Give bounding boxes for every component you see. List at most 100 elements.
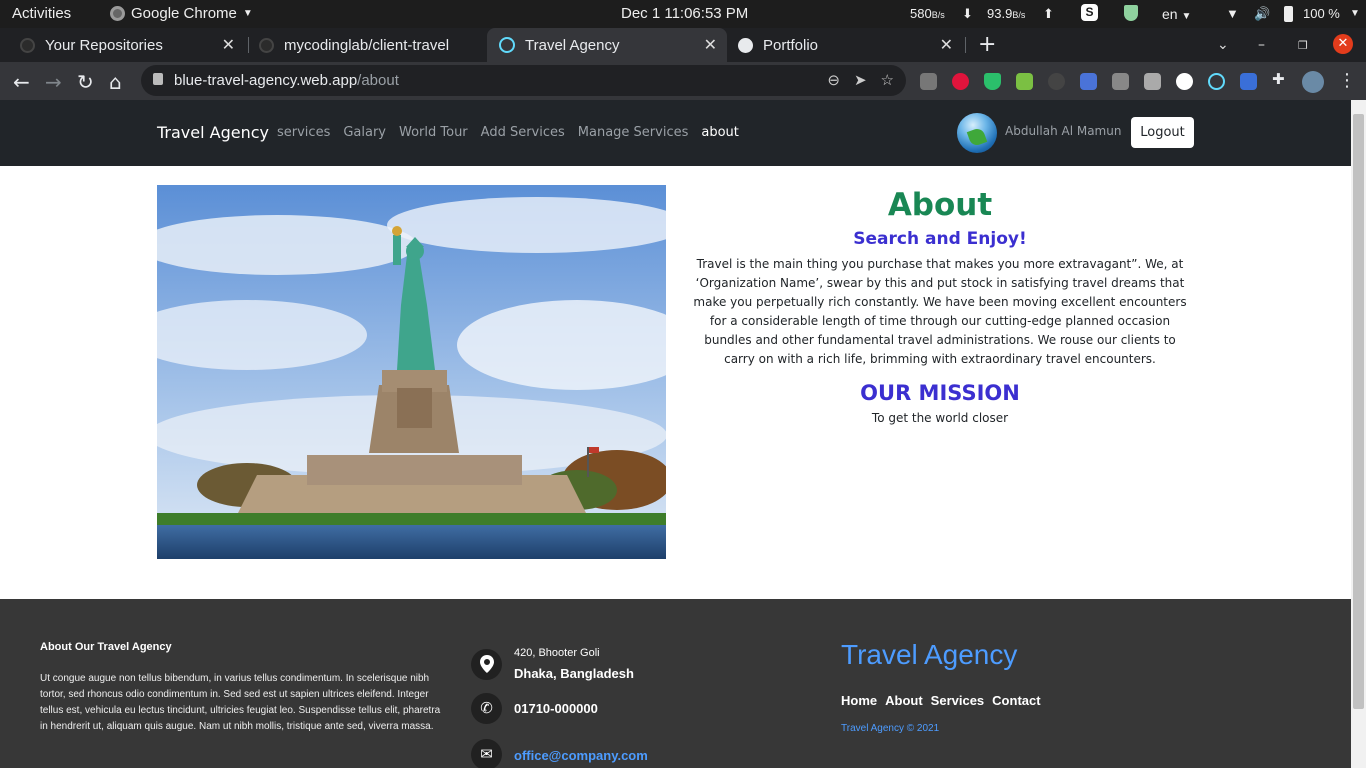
minimize-icon[interactable]: – <box>1258 28 1265 62</box>
chrome-icon <box>110 6 125 21</box>
site-brand[interactable]: Travel Agency <box>157 123 269 142</box>
zoom-icon[interactable]: ⊖ <box>827 71 840 89</box>
close-tab-icon[interactable]: ✕ <box>222 35 235 55</box>
tab-travel-agency[interactable]: Travel Agency ✕ <box>487 28 727 62</box>
star-icon[interactable]: ☆ <box>881 71 894 89</box>
mission-text: To get the world closer <box>871 411 1009 425</box>
globe-icon <box>738 37 753 53</box>
phone-icon: ✆ <box>471 693 502 724</box>
mail-extension-icon[interactable] <box>920 73 937 90</box>
extension-icon[interactable] <box>1240 73 1257 90</box>
profile-avatar[interactable] <box>1302 71 1324 93</box>
footer-email-link[interactable]: office@company.com <box>514 748 648 763</box>
activities-button[interactable]: Activities <box>12 5 71 22</box>
translate-icon[interactable] <box>1080 73 1097 90</box>
footer-link-contact[interactable]: Contact <box>992 693 1040 708</box>
footer-brand: Travel Agency <box>841 639 1018 670</box>
logout-button[interactable]: Logout <box>1131 117 1194 148</box>
system-top-bar: Activities Google Chrome ▼ Dec 1 11:06:5… <box>0 0 1366 28</box>
footer-about-text: Ut congue augue non tellus bibendum, in … <box>40 673 441 732</box>
home-icon[interactable]: ⌂ <box>109 70 122 94</box>
restore-icon[interactable]: ❐ <box>1298 28 1308 62</box>
footer-links: Home About Services Contact <box>841 693 1041 708</box>
skype-icon[interactable]: S <box>1081 4 1098 21</box>
nav-link-galary[interactable]: Galary <box>343 125 386 140</box>
back-arrow-icon[interactable]: ← <box>13 70 30 94</box>
footer-link-home[interactable]: Home <box>841 693 877 708</box>
about-subheading: Search and Enjoy! <box>853 229 1027 249</box>
extension-icon[interactable] <box>1144 73 1161 90</box>
footer-address-line1: 420, Bhooter Goli <box>514 647 600 659</box>
about-body: Travel is the main thing you purchase th… <box>693 257 1187 366</box>
adblock-plus-icon[interactable] <box>952 73 969 90</box>
nav-link-services[interactable]: services <box>277 125 330 140</box>
lock-icon[interactable] <box>153 73 163 85</box>
close-window-icon[interactable]: ✕ <box>1333 34 1353 54</box>
reload-icon[interactable]: ↻ <box>77 70 94 94</box>
scrollbar-thumb[interactable] <box>1353 114 1364 709</box>
avatar[interactable] <box>957 113 997 153</box>
forward-arrow-icon[interactable]: → <box>45 70 62 94</box>
net-down-speed: 580B/s <box>910 6 945 21</box>
mission-heading: OUR MISSION <box>860 381 1020 405</box>
tab-search-chevron-icon[interactable]: ⌄ <box>1217 28 1229 62</box>
user-name: Abdullah Al Mamun <box>1005 124 1122 138</box>
volume-icon: 🔊 <box>1254 6 1271 21</box>
extension-icon[interactable] <box>1112 73 1129 90</box>
close-tab-icon[interactable]: ✕ <box>704 35 717 55</box>
close-tab-icon[interactable]: ✕ <box>940 35 953 55</box>
shield-icon[interactable] <box>1124 5 1138 21</box>
app-name: Google Chrome <box>131 5 237 22</box>
page-scrollbar[interactable] <box>1351 100 1366 768</box>
shield-extension-icon[interactable] <box>984 73 1001 90</box>
url-text[interactable]: blue-travel-agency.web.app/about <box>174 72 399 89</box>
browser-toolbar: ← → ↻ ⌂ blue-travel-agency.web.app/about… <box>0 62 1366 100</box>
upload-arrow-icon: ⬆ <box>1043 6 1054 21</box>
nav-link-world-tour[interactable]: World Tour <box>399 125 468 140</box>
app-menu[interactable]: Google Chrome ▼ <box>110 5 253 22</box>
github-icon <box>259 37 274 53</box>
tab-portfolio[interactable]: Portfolio ✕ <box>728 28 965 62</box>
net-up-speed: 93.9B/s <box>987 6 1026 21</box>
system-menu-chevron-icon[interactable]: ▼ <box>1350 8 1360 19</box>
about-section: About Search and Enjoy! Travel is the ma… <box>690 185 1190 425</box>
statue-of-liberty-image <box>157 185 666 559</box>
nav-link-manage-services[interactable]: Manage Services <box>578 125 689 140</box>
clock[interactable]: Dec 1 11:06:53 PM <box>621 5 748 22</box>
envelope-icon: ✉ <box>471 739 502 768</box>
footer-link-services[interactable]: Services <box>931 693 985 708</box>
site-nav-links: services Galary World Tour Add Services … <box>277 125 739 140</box>
web-page: Travel Agency services Galary World Tour… <box>0 100 1351 768</box>
footer-phone: 01710-000000 <box>514 701 598 716</box>
battery-icon <box>1284 6 1293 22</box>
github-icon <box>20 37 35 53</box>
tab-repositories[interactable]: Your Repositories ✕ <box>0 28 245 62</box>
footer-link-about[interactable]: About <box>885 693 923 708</box>
language-indicator[interactable]: en ▼ <box>1162 6 1191 22</box>
react-icon <box>499 37 515 53</box>
wifi-icon: ▼ <box>1226 6 1239 21</box>
puzzle-icon[interactable]: ✚ <box>1272 70 1289 88</box>
d-extension-icon[interactable] <box>1048 73 1065 90</box>
send-icon[interactable]: ➤ <box>854 71 867 89</box>
new-tab-plus-icon[interactable]: + <box>978 32 996 57</box>
footer-about-title: About Our Travel Agency <box>40 641 172 653</box>
footer-copyright: Travel Agency © 2021 <box>841 723 940 734</box>
battery-level: 100 % <box>1303 6 1340 21</box>
download-arrow-icon: ⬇ <box>962 6 973 21</box>
about-heading: About <box>887 187 993 223</box>
site-footer: About Our Travel Agency Ut congue augue … <box>0 599 1351 768</box>
nav-link-add-services[interactable]: Add Services <box>481 125 565 140</box>
kebab-menu-icon[interactable]: ⋮ <box>1338 70 1356 91</box>
address-bar[interactable]: blue-travel-agency.web.app/about ⊖ ➤ ☆ <box>141 65 906 96</box>
react-devtools-icon[interactable] <box>1208 73 1225 90</box>
extension-icon[interactable] <box>1176 73 1193 90</box>
download-extension-icon[interactable] <box>1016 73 1033 90</box>
tab-github-client[interactable]: mycodinglab/client-travel <box>249 28 486 62</box>
chevron-down-icon: ▼ <box>242 8 253 19</box>
nav-link-about[interactable]: about <box>701 125 739 140</box>
map-marker-icon <box>471 649 502 680</box>
tab-divider <box>965 37 966 53</box>
footer-address-line2: Dhaka, Bangladesh <box>514 666 634 681</box>
leaf-icon <box>966 126 988 148</box>
